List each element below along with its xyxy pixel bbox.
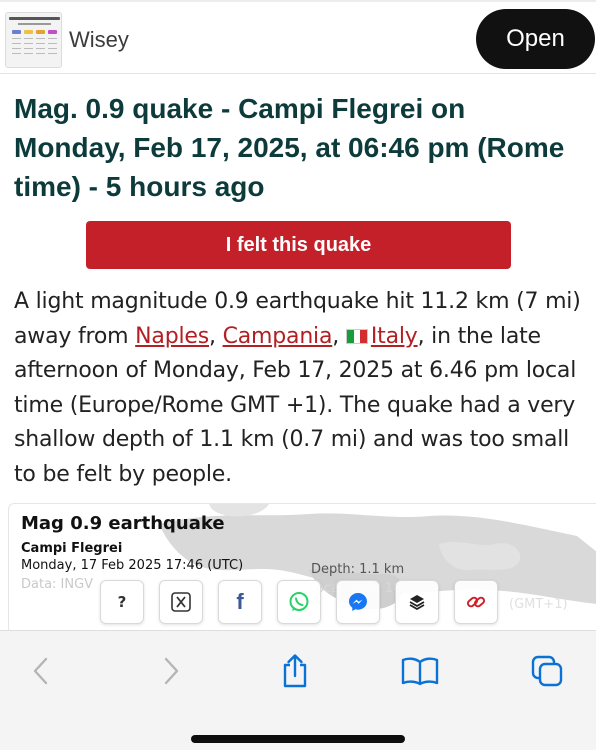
link-naples[interactable]: Naples bbox=[135, 324, 209, 349]
link-icon bbox=[466, 596, 486, 608]
thumb-line bbox=[48, 38, 57, 39]
share-button[interactable] bbox=[273, 649, 317, 693]
page-title: Mag. 0.9 quake - Campi Flegrei on Monday… bbox=[14, 93, 565, 202]
thumb-line bbox=[12, 48, 21, 49]
whatsapp-icon bbox=[289, 592, 309, 611]
map-gmt: (GMT+1) bbox=[509, 597, 568, 612]
thumb-line bbox=[36, 48, 45, 49]
x-icon bbox=[171, 592, 191, 612]
thumb-line bbox=[36, 53, 45, 54]
share-layers-button[interactable] bbox=[395, 580, 439, 624]
thumb-line bbox=[36, 43, 45, 44]
thumb-line bbox=[48, 43, 57, 44]
thumb-line bbox=[12, 53, 21, 54]
quake-description: A light magnitude 0.9 earthquake hit 11.… bbox=[14, 285, 590, 492]
bookmarks-button[interactable] bbox=[398, 649, 442, 693]
thumb-cell bbox=[36, 30, 45, 34]
italy-flag-icon bbox=[345, 328, 368, 344]
forward-icon bbox=[164, 657, 179, 685]
share-messenger-button[interactable] bbox=[336, 580, 380, 624]
map-data-source: Data: INGV bbox=[21, 577, 94, 592]
thumb-subtitle-line bbox=[18, 23, 51, 25]
thumb-line bbox=[12, 38, 21, 39]
layers-icon bbox=[409, 595, 425, 611]
thumb-line bbox=[24, 43, 33, 44]
app-banner: Wisey Open bbox=[0, 0, 596, 74]
tabs-button[interactable] bbox=[525, 649, 569, 693]
description-separator: , bbox=[332, 323, 346, 349]
map-heading: Mag 0.9 earthquake bbox=[21, 513, 225, 534]
copy-link-button[interactable] bbox=[454, 580, 498, 624]
share-x-button[interactable] bbox=[159, 580, 203, 624]
banner-thumbnail[interactable] bbox=[5, 12, 62, 68]
map-location: Campi Flegrei bbox=[21, 541, 123, 556]
back-icon bbox=[33, 657, 48, 685]
facebook-icon: f bbox=[236, 589, 244, 614]
description-separator: , bbox=[209, 323, 223, 349]
thumb-cell bbox=[24, 30, 33, 34]
thumb-line bbox=[24, 38, 33, 39]
map-datetime: Monday, 17 Feb 2025 17:46 (UTC) bbox=[21, 558, 244, 573]
help-button[interactable]: ? bbox=[100, 580, 144, 624]
messenger-icon bbox=[349, 593, 367, 611]
share-whatsapp-button[interactable] bbox=[277, 580, 321, 624]
bookmarks-icon bbox=[401, 657, 439, 686]
thumb-cell bbox=[48, 30, 57, 34]
banner-divider bbox=[0, 0, 596, 2]
thumb-line bbox=[48, 48, 57, 49]
thumb-title-line bbox=[9, 17, 60, 20]
share-icon bbox=[283, 654, 307, 688]
open-button[interactable]: Open bbox=[476, 9, 595, 69]
thumb-line bbox=[24, 48, 33, 49]
thumb-line bbox=[12, 43, 21, 44]
felt-quake-button[interactable]: I felt this quake bbox=[86, 221, 511, 269]
home-indicator[interactable] bbox=[191, 735, 405, 743]
thumb-line bbox=[48, 53, 57, 54]
banner-app-name[interactable]: Wisey bbox=[69, 27, 129, 53]
back-button[interactable] bbox=[19, 649, 63, 693]
forward-button[interactable] bbox=[149, 649, 193, 693]
map-depth: Depth: 1.1 km bbox=[311, 562, 405, 577]
browser-toolbar bbox=[0, 630, 596, 750]
share-facebook-button[interactable]: f bbox=[218, 580, 262, 624]
link-campania[interactable]: Campania bbox=[223, 324, 333, 349]
link-italy[interactable]: Italy bbox=[371, 324, 418, 349]
thumb-cell bbox=[12, 30, 21, 34]
thumb-line bbox=[36, 38, 45, 39]
thumb-line bbox=[24, 53, 33, 54]
question-icon: ? bbox=[117, 593, 127, 611]
tabs-icon bbox=[531, 655, 563, 687]
